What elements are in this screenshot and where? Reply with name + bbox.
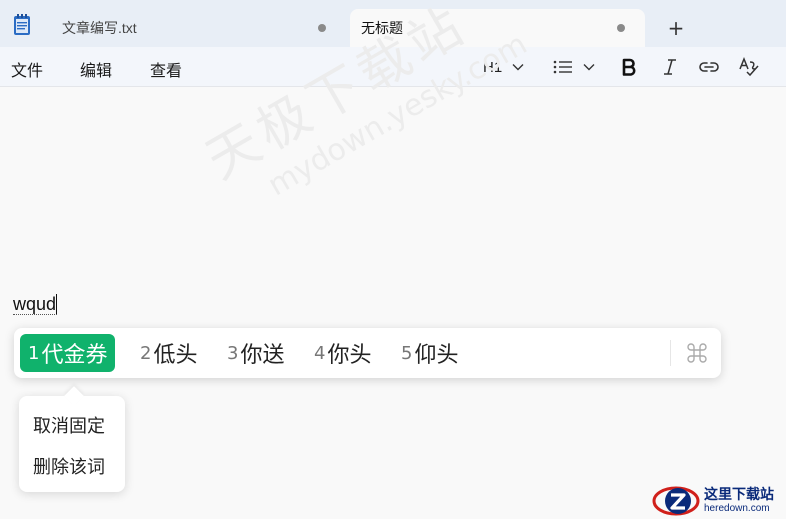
tab-title: 无标题 (361, 20, 403, 36)
candidate-2[interactable]: 2 低头 (140, 334, 197, 372)
candidate-text: 低头 (153, 343, 198, 368)
link-icon (699, 62, 719, 72)
candidate-4[interactable]: 4 你头 (314, 334, 371, 372)
tab-title: 文章编写.txt (62, 20, 137, 36)
tab-bar: 文章编写.txt 无标题 + (0, 0, 786, 47)
chevron-down-icon (512, 64, 524, 71)
unsaved-dot-icon[interactable] (318, 24, 326, 32)
italic-icon (664, 59, 676, 75)
new-tab-button[interactable]: + (664, 16, 688, 40)
list-dropdown[interactable] (553, 55, 595, 79)
unpin-menu-item[interactable]: 取消固定 (33, 412, 105, 438)
ime-candidate-bar: 1 代金券 2 低头 3 你送 4 你头 5 仰头 (14, 328, 721, 378)
menu-view[interactable]: 查看 (150, 57, 182, 81)
notepad-app-icon (12, 14, 32, 36)
text-caret (56, 294, 58, 314)
expand-candidates-button[interactable] (686, 342, 708, 364)
spellcheck-icon (739, 57, 759, 77)
candidate-5[interactable]: 5 仰头 (401, 334, 458, 372)
chevron-down-icon (583, 64, 595, 71)
list-icon (553, 60, 572, 74)
candidate-text: 仰头 (414, 343, 459, 368)
menu-bar: 文件 编辑 查看 H1 (0, 47, 786, 87)
site-logo: 这里下载站 heredown.com (652, 482, 786, 519)
typed-text: wqud (13, 294, 57, 314)
unsaved-dot-icon[interactable] (617, 24, 625, 32)
logo-text-cn: 这里下载站 (704, 486, 774, 503)
divider (670, 340, 671, 366)
menu-file[interactable]: 文件 (11, 57, 43, 81)
composition-text: wqud (13, 294, 58, 315)
candidate-number: 2 (140, 342, 152, 364)
spellcheck-button[interactable] (738, 55, 760, 79)
menu-edit[interactable]: 编辑 (80, 57, 112, 81)
logo-mark-icon (652, 486, 700, 515)
candidate-text: 你送 (240, 343, 285, 368)
command-icon (687, 343, 707, 363)
tab-untitled[interactable]: 无标题 (350, 9, 645, 47)
delete-word-menu-item[interactable]: 删除该词 (33, 453, 105, 479)
link-button[interactable] (698, 55, 720, 79)
candidate-number: 3 (227, 342, 239, 364)
heading-label: H1 (483, 58, 503, 76)
candidate-context-menu: 取消固定 删除该词 (19, 386, 125, 492)
candidate-3[interactable]: 3 你送 (227, 334, 284, 372)
candidate-number: 4 (314, 342, 326, 364)
candidate-number: 1 (28, 342, 40, 364)
candidate-text: 代金券 (41, 343, 108, 368)
bold-button[interactable] (621, 55, 637, 79)
candidate-1[interactable]: 1 代金券 (20, 334, 116, 372)
candidate-text: 你头 (327, 343, 372, 368)
candidate-number: 5 (401, 342, 413, 364)
tab-document[interactable]: 文章编写.txt (46, 9, 346, 47)
bold-icon (622, 58, 636, 76)
italic-button[interactable] (662, 55, 678, 79)
heading-dropdown[interactable]: H1 (483, 55, 524, 79)
logo-text-en: heredown.com (704, 502, 770, 514)
